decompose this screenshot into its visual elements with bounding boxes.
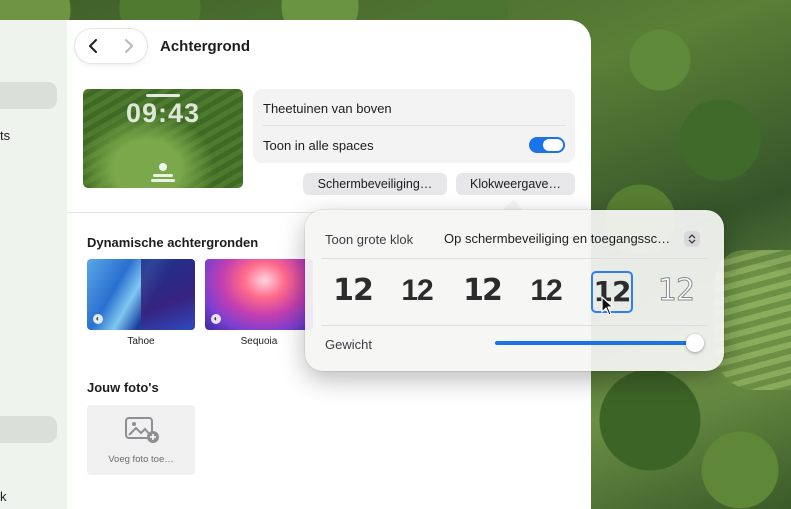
preview-bottom-bar (153, 174, 173, 177)
clock-style-option[interactable]: 12 (330, 268, 376, 314)
wallpaper-info-box: Theetuinen van boven Toon in alle spaces (253, 89, 575, 163)
weight-slider-fill (495, 341, 695, 345)
chevron-right-icon (125, 39, 133, 53)
wallpaper-thumbnail-sequoia[interactable]: ◐ (205, 259, 313, 330)
thumbnail-caption: Tahoe (127, 336, 155, 347)
preview-avatar (159, 163, 167, 171)
dynamic-wallpaper-icon: ◐ (93, 314, 103, 324)
big-clock-label: Toon grote klok (325, 232, 414, 247)
add-photo-icon (125, 417, 159, 443)
thumbnail-dark-half (141, 259, 195, 330)
clock-style-option[interactable]: 12 (523, 268, 569, 314)
clock-style-popover: Toon grote klok Op schermbeveiliging en … (305, 210, 724, 371)
sidebar-item-selected[interactable] (0, 82, 57, 109)
weight-label: Gewicht (325, 337, 372, 352)
your-photos-heading: Jouw foto's (87, 380, 159, 395)
sidebar-item-label[interactable]: ts (0, 128, 10, 143)
wallpaper-name: Theetuinen van boven (263, 101, 392, 116)
navigation-buttons (75, 29, 147, 63)
weight-slider-knob[interactable] (686, 334, 704, 352)
clock-style-option[interactable]: 12 (459, 268, 505, 314)
sidebar-item-highlighted[interactable] (0, 416, 57, 443)
wallpaper-thumbnail-tahoe[interactable]: ◐ (87, 259, 195, 330)
preview-bottom-bar (151, 179, 175, 182)
divider (321, 325, 708, 326)
wallpaper-terrace (715, 250, 791, 390)
page-title: Achtergrond (160, 38, 250, 55)
select-chevron-icon[interactable] (684, 231, 700, 247)
add-photo-button[interactable]: Voeg foto toe… (87, 405, 195, 475)
back-button[interactable] (75, 29, 111, 63)
preview-clock: 09:43 (125, 98, 201, 128)
weight-slider[interactable] (495, 334, 704, 352)
settings-sidebar: ts k (0, 20, 71, 509)
clock-style-option[interactable]: 12 (653, 268, 699, 314)
dynamic-wallpaper-icon: ◐ (211, 314, 221, 324)
wallpaper-preview[interactable]: 09:43 (83, 89, 243, 188)
big-clock-select[interactable]: Op schermbeveiliging en toegangssc… (444, 231, 684, 246)
divider (263, 125, 565, 126)
show-all-spaces-label: Toon in alle spaces (263, 138, 374, 153)
screensaver-button[interactable]: Schermbeveiliging… (303, 173, 447, 195)
clock-style-option[interactable]: 12 (394, 268, 440, 314)
chevron-left-icon (89, 39, 97, 53)
add-photo-label: Voeg foto toe… (108, 454, 174, 465)
forward-button[interactable] (111, 29, 147, 63)
mouse-cursor-icon (601, 296, 614, 316)
toggle-knob (543, 139, 563, 151)
sidebar-item-label[interactable]: k (0, 489, 7, 504)
dynamic-wallpapers-heading: Dynamische achtergronden (87, 235, 259, 250)
clock-style-button[interactable]: Klokweergave… (456, 173, 575, 195)
thumbnail-caption: Sequoia (240, 336, 278, 347)
preview-top-bar (146, 94, 180, 97)
show-all-spaces-toggle[interactable] (529, 137, 565, 153)
divider (321, 258, 708, 259)
